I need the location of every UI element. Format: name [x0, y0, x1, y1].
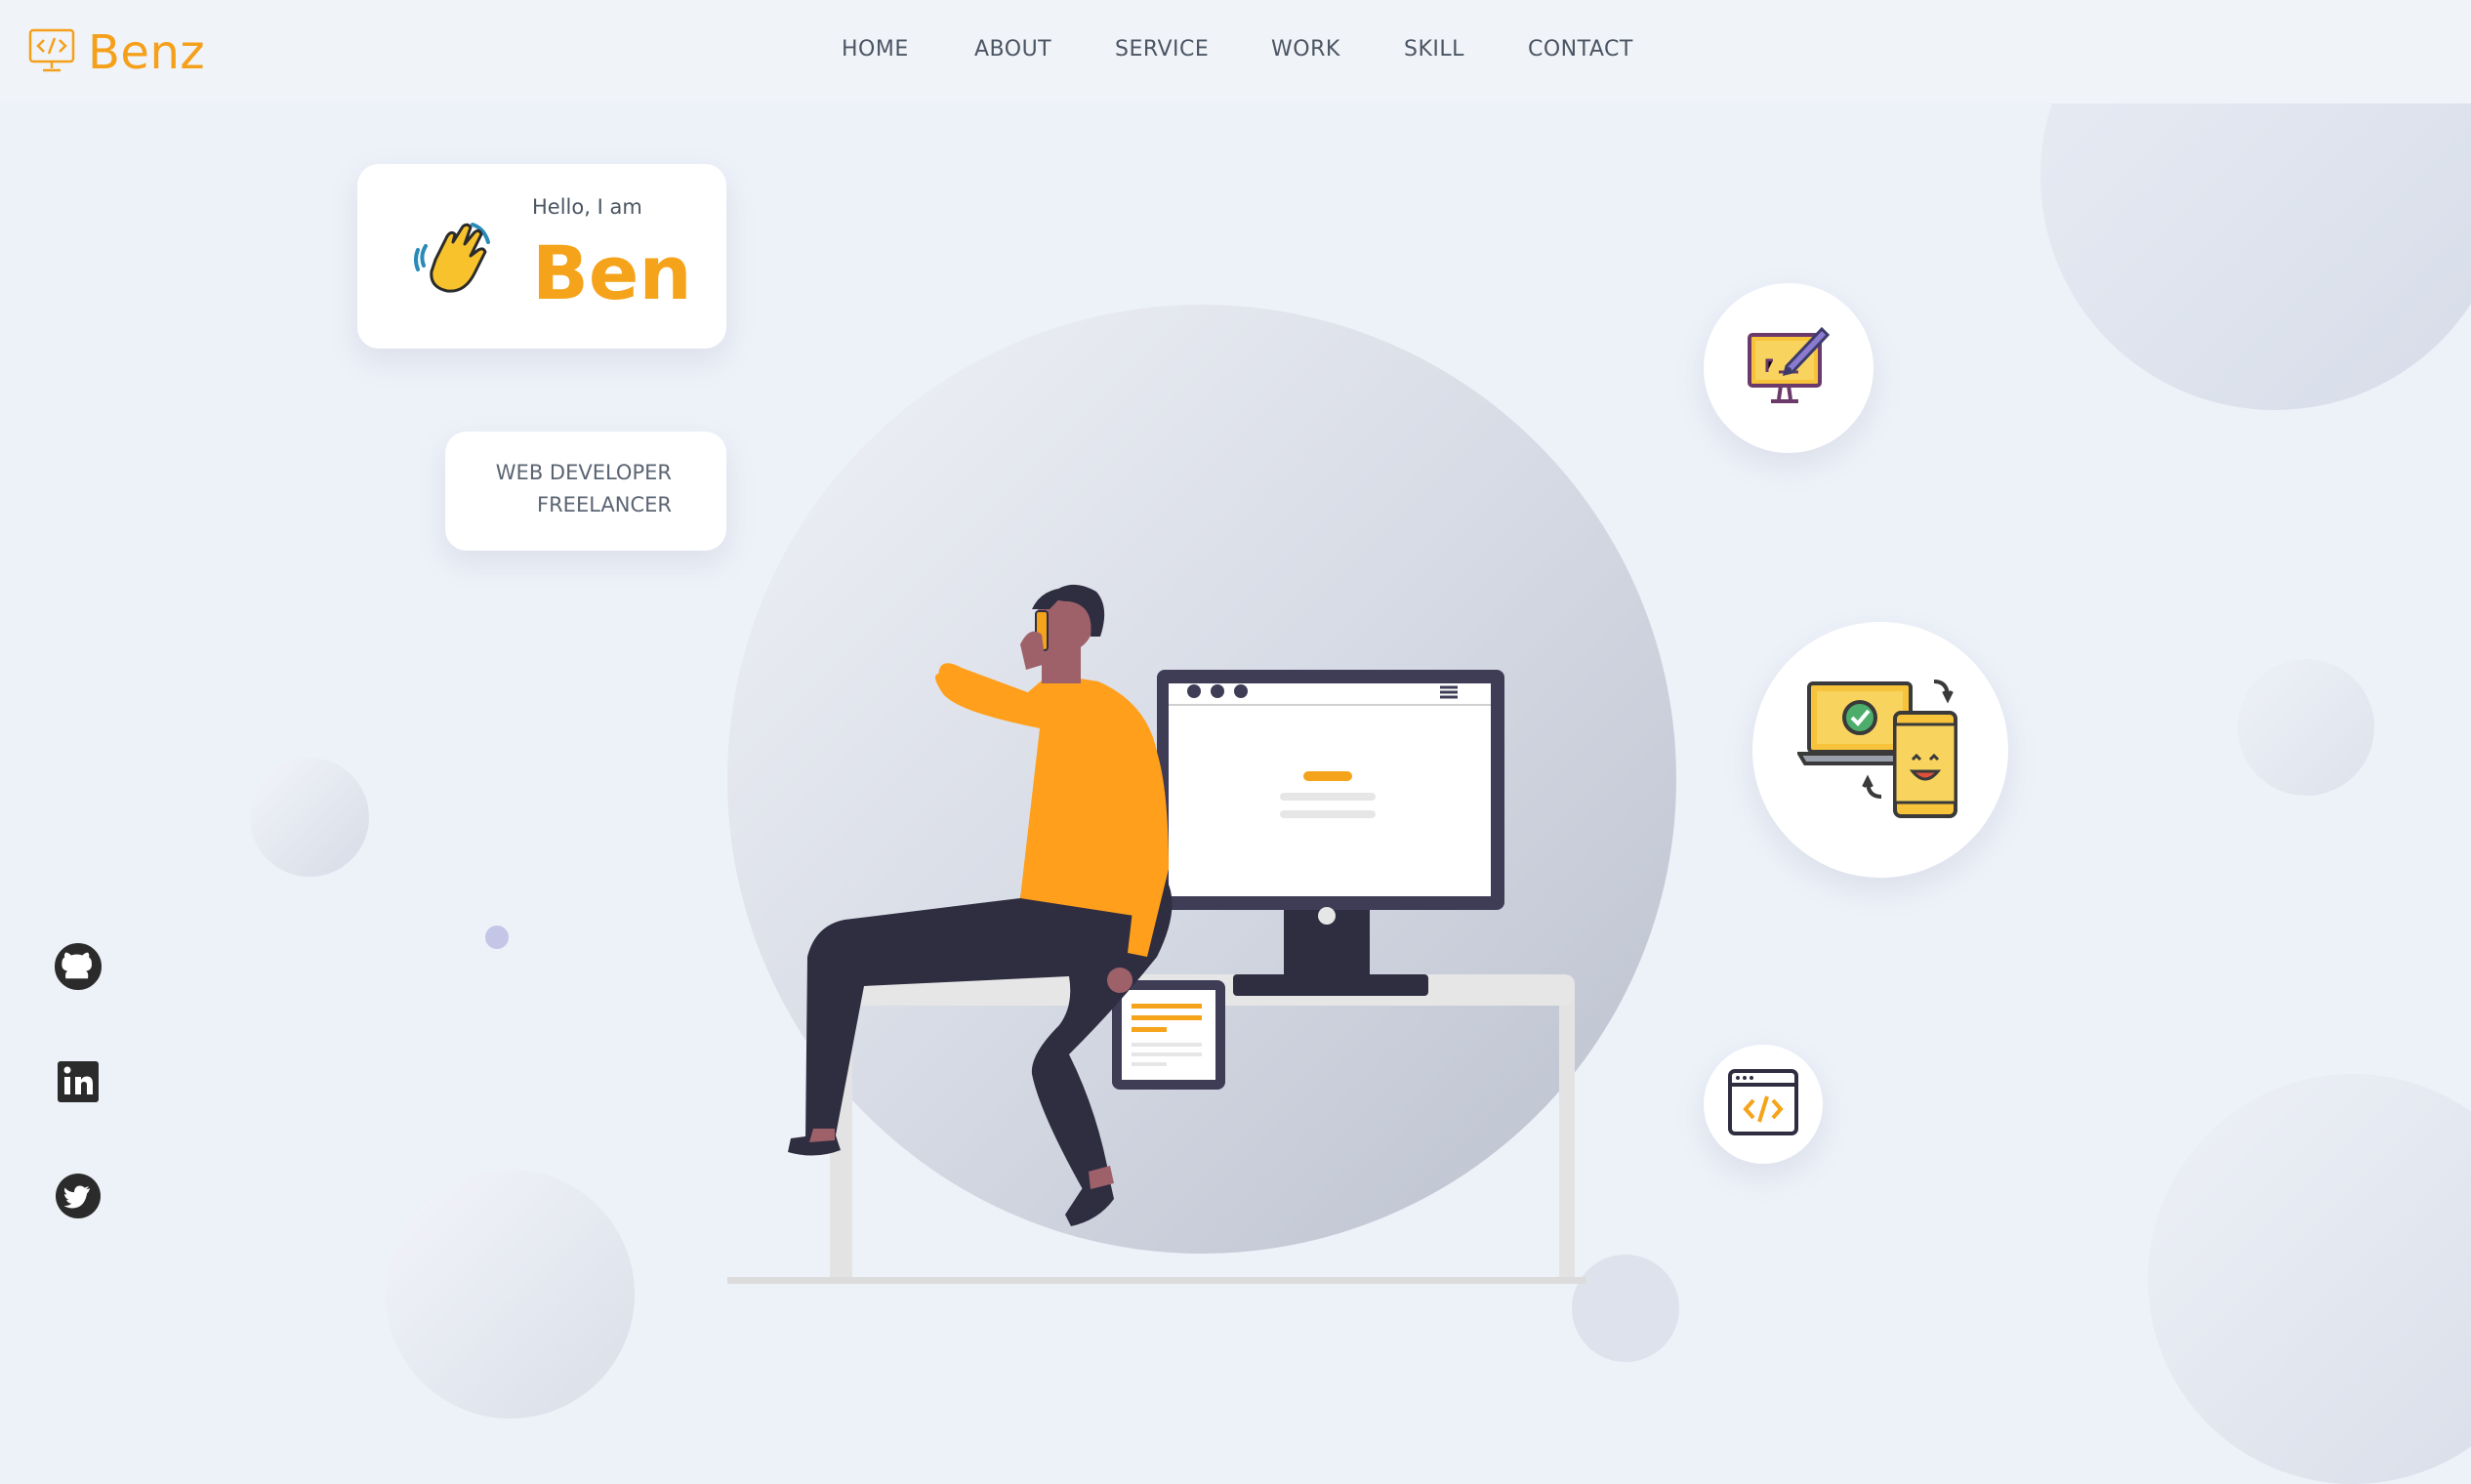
design-monitor-icon [1740, 317, 1837, 419]
greeting-text: Hello, I am [532, 195, 642, 219]
linkedin-icon[interactable] [55, 1058, 102, 1105]
code-monitor-icon [27, 26, 76, 79]
header: Benz HOME ABOUT SERVICE WORK SKILL CONTA… [0, 0, 2471, 103]
nav-home[interactable]: HOME [842, 37, 909, 62]
nav-skill[interactable]: SKILL [1404, 37, 1464, 62]
service-responsive[interactable] [1752, 622, 2008, 878]
nav-contact[interactable]: CONTACT [1528, 37, 1633, 62]
logo[interactable]: Benz [27, 25, 205, 80]
logo-text: Benz [88, 25, 206, 80]
decor-bubble [250, 758, 369, 877]
service-code[interactable] [1704, 1045, 1823, 1164]
decor-bubble [2238, 659, 2374, 796]
twitter-icon[interactable] [55, 1173, 102, 1219]
decor-bubble [386, 1170, 635, 1419]
waving-hand-icon [414, 217, 496, 303]
code-window-icon [1726, 1065, 1800, 1143]
nav-work[interactable]: WORK [1271, 37, 1340, 62]
decor-bubble [1572, 1255, 1679, 1362]
nav-service[interactable]: SERVICE [1115, 37, 1209, 62]
responsive-devices-icon [1795, 670, 1963, 830]
decor-dot [485, 926, 509, 949]
hero-illustration [727, 584, 1586, 1284]
role-card: WEB DEVELOPER FREELANCER [445, 432, 726, 551]
nav-about[interactable]: ABOUT [974, 37, 1051, 62]
github-icon[interactable] [55, 943, 102, 990]
decor-bubble [2148, 1074, 2471, 1484]
service-design[interactable] [1704, 283, 1874, 453]
role-web-developer: WEB DEVELOPER [495, 461, 672, 484]
hero-name: Ben [532, 229, 692, 316]
role-freelancer: FREELANCER [537, 493, 672, 516]
